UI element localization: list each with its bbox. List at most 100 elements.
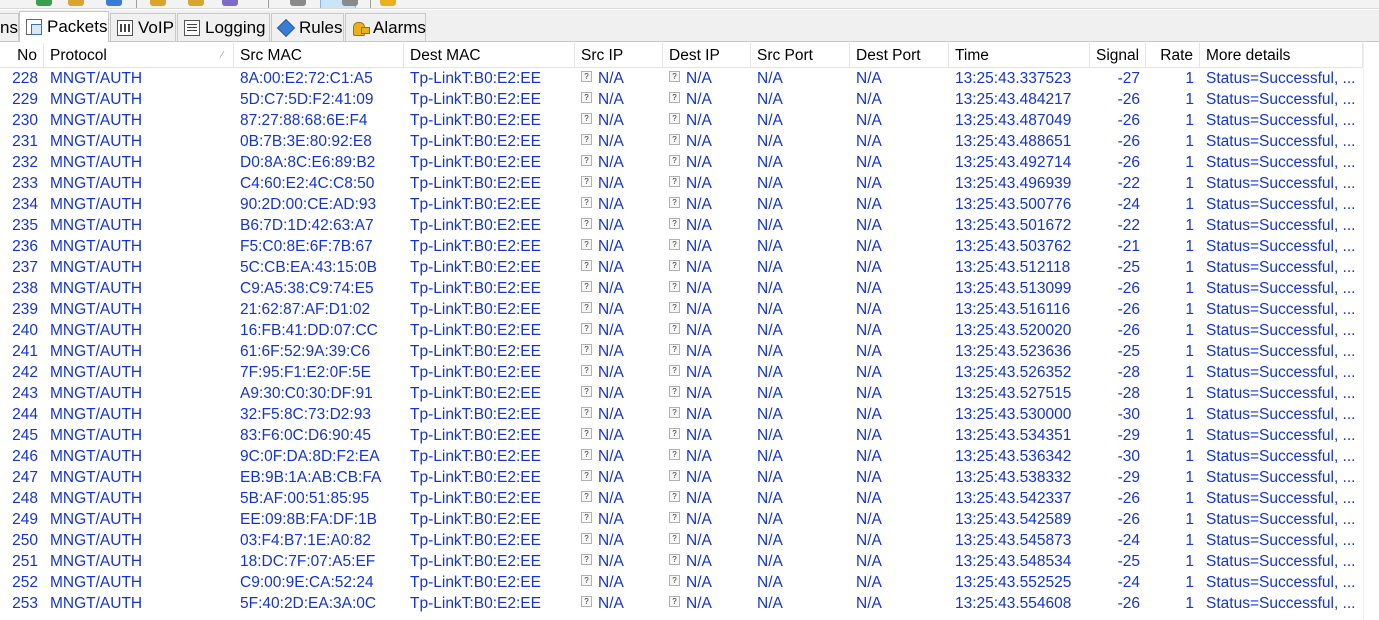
cell-src-mac: 61:6F:52:9A:39:C6 xyxy=(234,341,404,362)
table-row[interactable]: 241 MNGT/AUTH 61:6F:52:9A:39:C6 Tp-LinkT:B0… xyxy=(0,341,1379,362)
unknown-host-icon: ? xyxy=(669,323,680,335)
cell-dest-port-text: N/A xyxy=(856,385,882,402)
cell-time: 13:25:43.554608 xyxy=(949,593,1090,614)
cell-dest-ip: ? N/A xyxy=(663,215,751,236)
tab-packets[interactable]: Packets xyxy=(19,11,109,42)
unknown-host-icon: ? xyxy=(669,491,680,503)
save-icon[interactable] xyxy=(188,0,204,6)
cell-src-ip-text: N/A xyxy=(598,301,624,318)
table-row[interactable]: 230 MNGT/AUTH 87:27:88:68:6E:F4 Tp-LinkT:B0… xyxy=(0,110,1379,131)
table-row[interactable]: 243 MNGT/AUTH A9:30:C0:30:DF:91 Tp-LinkT:B0… xyxy=(0,383,1379,404)
column-header-protocol[interactable]: Protocol ⁄ xyxy=(44,43,234,68)
table-row[interactable]: 242 MNGT/AUTH 7F:95:F1:E2:0F:5E Tp-LinkT:B0… xyxy=(0,362,1379,383)
play-icon[interactable] xyxy=(36,0,52,6)
table-row[interactable]: 228 MNGT/AUTH 8A:00:E2:72:C1:A5 Tp-LinkT:B0… xyxy=(0,68,1379,89)
logging-icon xyxy=(184,19,200,36)
cell-dest-mac-text: Tp-LinkT:B0:E2:EE xyxy=(410,154,541,171)
cell-signal-text: -26 xyxy=(1117,133,1140,150)
cell-src-mac: 16:FB:41:DD:07:CC xyxy=(234,320,404,341)
cell-dest-ip-text: N/A xyxy=(686,238,712,255)
cell-time: 13:25:43.513099 xyxy=(949,278,1090,299)
cell-protocol: MNGT/AUTH xyxy=(44,194,234,215)
table-row[interactable]: 229 MNGT/AUTH 5D:C7:5D:F2:41:09 Tp-LinkT:B0… xyxy=(0,89,1379,110)
table-row[interactable]: 232 MNGT/AUTH D0:8A:8C:E6:89:B2 Tp-LinkT:B0… xyxy=(0,152,1379,173)
column-header-src-mac[interactable]: Src MAC xyxy=(234,43,404,68)
table-row[interactable]: 253 MNGT/AUTH 5F:40:2D:EA:3A:0C Tp-LinkT:B0… xyxy=(0,593,1379,614)
cell-no-text: 253 xyxy=(12,595,38,612)
column-header-details[interactable]: More details xyxy=(1200,43,1363,68)
folder-icon[interactable] xyxy=(68,0,84,6)
cell-protocol: MNGT/AUTH xyxy=(44,131,234,152)
tab-alarms[interactable]: Alarms xyxy=(345,13,426,41)
cell-dest-ip: ? N/A xyxy=(663,173,751,194)
cell-src-port: N/A xyxy=(751,341,850,362)
cell-dest-mac: Tp-LinkT:B0:E2:EE xyxy=(404,530,575,551)
cell-src-mac: 5B:AF:00:51:85:95 xyxy=(234,488,404,509)
column-header-no[interactable]: No xyxy=(0,43,44,68)
column-header-time[interactable]: Time xyxy=(949,43,1090,68)
alarm-toolbar-icon[interactable] xyxy=(380,0,396,6)
cell-rate-text: 1 xyxy=(1185,406,1194,423)
column-header-src-ip[interactable]: Src IP xyxy=(575,43,663,68)
table-row[interactable]: 239 MNGT/AUTH 21:62:87:AF:D1:02 Tp-LinkT:B0… xyxy=(0,299,1379,320)
cell-dest-ip: ? N/A xyxy=(663,68,751,89)
table-row[interactable]: 247 MNGT/AUTH EB:9B:1A:AB:CB:FA Tp-LinkT:B0… xyxy=(0,467,1379,488)
cell-signal-text: -24 xyxy=(1117,532,1140,549)
cell-rate: 1 xyxy=(1146,110,1200,131)
column-header-rate[interactable]: Rate xyxy=(1146,43,1200,68)
table-row[interactable]: 235 MNGT/AUTH B6:7D:1D:42:63:A7 Tp-LinkT:B0… xyxy=(0,215,1379,236)
column-header-signal[interactable]: Signal xyxy=(1090,43,1146,68)
cell-signal: -28 xyxy=(1090,383,1146,404)
cell-time-text: 13:25:43.523636 xyxy=(955,343,1072,360)
marker-icon[interactable] xyxy=(342,0,358,6)
cell-time: 13:25:43.492714 xyxy=(949,152,1090,173)
cell-no-text: 240 xyxy=(12,322,38,339)
cell-details-text: Status=Successful, ... xyxy=(1206,364,1356,381)
pin-icon[interactable] xyxy=(290,0,306,6)
column-header-src-port[interactable]: Src Port xyxy=(751,43,850,68)
table-row[interactable]: 240 MNGT/AUTH 16:FB:41:DD:07:CC Tp-LinkT:B0… xyxy=(0,320,1379,341)
table-row[interactable]: 249 MNGT/AUTH EE:09:8B:FA:DF:1B Tp-LinkT:B0… xyxy=(0,509,1379,530)
cell-src-ip-text: N/A xyxy=(598,406,624,423)
unknown-host-icon: ? xyxy=(581,491,592,503)
cell-src-ip-text: N/A xyxy=(598,448,624,465)
table-row[interactable]: 231 MNGT/AUTH 0B:7B:3E:80:92:E8 Tp-LinkT:B0… xyxy=(0,131,1379,152)
open-icon[interactable] xyxy=(150,0,166,6)
tab-logging[interactable]: Logging xyxy=(177,13,270,41)
cell-dest-port-text: N/A xyxy=(856,406,882,423)
cell-src-mac: 5D:C7:5D:F2:41:09 xyxy=(234,89,404,110)
cell-protocol: MNGT/AUTH xyxy=(44,425,234,446)
cell-no-text: 247 xyxy=(12,469,38,486)
table-row[interactable]: 238 MNGT/AUTH C9:A5:38:C9:74:E5 Tp-LinkT:B0… xyxy=(0,278,1379,299)
cell-rate-text: 1 xyxy=(1185,70,1194,87)
cell-src-ip-text: N/A xyxy=(598,133,624,150)
table-row[interactable]: 251 MNGT/AUTH 18:DC:7F:07:A5:EF Tp-LinkT:B0… xyxy=(0,551,1379,572)
table-row[interactable]: 252 MNGT/AUTH C9:00:9E:CA:52:24 Tp-LinkT:B0… xyxy=(0,572,1379,593)
table-row[interactable]: 245 MNGT/AUTH 83:F6:0C:D6:90:45 Tp-LinkT:B0… xyxy=(0,425,1379,446)
table-row[interactable]: 246 MNGT/AUTH 9C:0F:DA:8D:F2:EA Tp-LinkT:B0… xyxy=(0,446,1379,467)
table-row[interactable]: 233 MNGT/AUTH C4:60:E2:4C:C8:50 Tp-LinkT:B0… xyxy=(0,173,1379,194)
column-header-dest-mac[interactable]: Dest MAC xyxy=(404,43,575,68)
globe-icon[interactable] xyxy=(106,0,122,6)
cell-dest-ip-text: N/A xyxy=(686,490,712,507)
filter-icon[interactable] xyxy=(222,0,238,6)
table-row[interactable]: 234 MNGT/AUTH 90:2D:00:CE:AD:93 Tp-LinkT:B0… xyxy=(0,194,1379,215)
table-row[interactable]: 244 MNGT/AUTH 32:F5:8C:73:D2:93 Tp-LinkT:B0… xyxy=(0,404,1379,425)
tab-partial[interactable]: ns xyxy=(0,13,19,41)
table-row[interactable]: 248 MNGT/AUTH 5B:AF:00:51:85:95 Tp-LinkT:B0… xyxy=(0,488,1379,509)
cell-dest-mac: Tp-LinkT:B0:E2:EE xyxy=(404,299,575,320)
cell-protocol: MNGT/AUTH xyxy=(44,341,234,362)
column-header-dest-ip[interactable]: Dest IP xyxy=(663,43,751,68)
table-row[interactable]: 237 MNGT/AUTH 5C:CB:EA:43:15:0B Tp-LinkT:B0… xyxy=(0,257,1379,278)
vertical-scrollbar[interactable] xyxy=(1363,43,1379,620)
cell-dest-mac: Tp-LinkT:B0:E2:EE xyxy=(404,68,575,89)
column-header-dest-port[interactable]: Dest Port xyxy=(850,43,949,68)
cell-signal-text: -24 xyxy=(1117,574,1140,591)
cell-rate: 1 xyxy=(1146,236,1200,257)
table-row[interactable]: 250 MNGT/AUTH 03:F4:B7:1E:A0:82 Tp-LinkT:B0… xyxy=(0,530,1379,551)
cell-time-text: 13:25:43.492714 xyxy=(955,154,1072,171)
tab-rules[interactable]: Rules xyxy=(271,13,344,41)
table-row[interactable]: 236 MNGT/AUTH F5:C0:8E:6F:7B:67 Tp-LinkT:B0… xyxy=(0,236,1379,257)
cell-src-port: N/A xyxy=(751,362,850,383)
tab-voip[interactable]: VoIP xyxy=(110,13,176,41)
